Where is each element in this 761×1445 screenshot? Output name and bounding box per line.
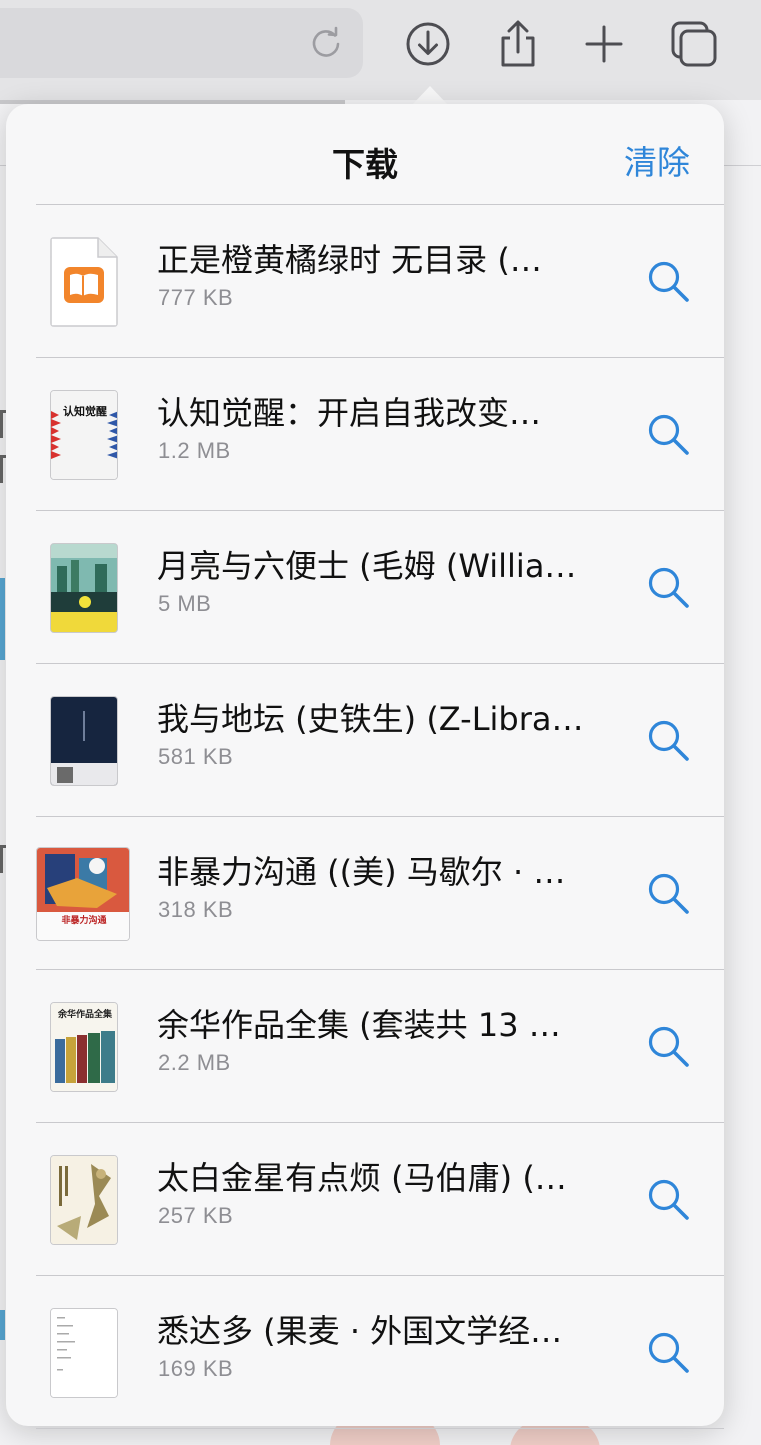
- book-cover: [50, 696, 118, 786]
- book-cover: [50, 1155, 118, 1245]
- file-title: 认知觉醒：开启自我改变…: [157, 394, 542, 432]
- file-title: 正是橙黄橘绿时 无目录 (…: [157, 241, 542, 279]
- book-cover: 认知觉醒: [50, 390, 118, 480]
- file-title: 非暴力沟通 ((美) 马歇尔 · …: [157, 853, 566, 891]
- magnifier-icon[interactable]: [646, 718, 692, 764]
- file-size: 169 KB: [158, 1356, 234, 1381]
- popover-title: 下载: [332, 145, 398, 184]
- magnifier-icon[interactable]: [646, 565, 692, 611]
- magnifier-icon[interactable]: [646, 259, 692, 305]
- cover-text: 非暴力沟通: [61, 914, 106, 926]
- download-item[interactable]: 我与地坛 (史铁生) (Z-Libra… 581 KB: [6, 664, 724, 817]
- file-size: 2.2 MB: [158, 1050, 231, 1075]
- file-title: 月亮与六便士 (毛姆 (Willia…: [157, 547, 577, 585]
- download-item[interactable]: 太白金星有点烦 (马伯庸) (… 257 KB: [6, 1123, 724, 1276]
- new-tab-icon[interactable]: [580, 20, 628, 68]
- clear-button[interactable]: 清除: [624, 136, 690, 184]
- downloads-list: 正是橙黄橘绿时 无目录 (… 777 KB 认知觉醒 认知觉醒：开启自我改变… …: [6, 205, 724, 1429]
- cover-text: 认知觉醒: [63, 404, 107, 418]
- share-icon[interactable]: [494, 20, 542, 68]
- book-cover: 非暴力沟通: [36, 847, 130, 941]
- magnifier-icon[interactable]: [646, 1177, 692, 1223]
- file-size: 318 KB: [158, 897, 234, 922]
- file-size: 777 KB: [158, 285, 234, 310]
- file-title: 太白金星有点烦 (马伯庸) (…: [157, 1159, 567, 1197]
- bg-accent-bar: [0, 1310, 5, 1340]
- download-item[interactable]: 悉达多 (果麦 · 外国文学经… 169 KB: [6, 1276, 724, 1429]
- downloads-icon[interactable]: [404, 20, 452, 68]
- download-item[interactable]: 月亮与六便士 (毛姆 (Willia… 5 MB: [6, 511, 724, 664]
- cover-text: 余华作品全集: [57, 1008, 113, 1020]
- file-size: 5 MB: [158, 591, 212, 616]
- file-size: 1.2 MB: [158, 438, 231, 463]
- magnifier-icon[interactable]: [646, 1024, 692, 1070]
- book-cover: [50, 1308, 118, 1398]
- file-size: 257 KB: [158, 1203, 234, 1228]
- reload-icon[interactable]: [308, 26, 344, 62]
- download-item[interactable]: 余华作品全集 余华作品全集 (套装共 13 … 2.2 MB: [6, 970, 724, 1123]
- tabs-icon[interactable]: [670, 20, 718, 68]
- file-size: 581 KB: [158, 744, 234, 769]
- download-item[interactable]: 正是橙黄橘绿时 无目录 (… 777 KB: [6, 205, 724, 358]
- download-item[interactable]: 认知觉醒 认知觉醒：开启自我改变… 1.2 MB: [6, 358, 724, 511]
- file-title: 悉达多 (果麦 · 外国文学经…: [157, 1312, 563, 1350]
- file-title: 余华作品全集 (套装共 13 …: [157, 1006, 561, 1044]
- magnifier-icon[interactable]: [646, 1330, 692, 1376]
- download-item[interactable]: 非暴力沟通 非暴力沟通 ((美) 马歇尔 · … 318 KB: [6, 817, 724, 970]
- bg-accent-bar: [0, 578, 5, 660]
- books-app-icon: [50, 237, 118, 327]
- book-cover: [50, 543, 118, 633]
- magnifier-icon[interactable]: [646, 412, 692, 458]
- book-cover: 余华作品全集: [50, 1002, 118, 1092]
- popover-arrow: [412, 86, 448, 105]
- file-title: 我与地坛 (史铁生) (Z-Libra…: [157, 700, 584, 738]
- downloads-popover: 下载 清除 正是橙黄橘绿时 无目录 (… 777 KB 认知觉醒 认知觉醒：开启…: [6, 104, 724, 1429]
- magnifier-icon[interactable]: [646, 871, 692, 917]
